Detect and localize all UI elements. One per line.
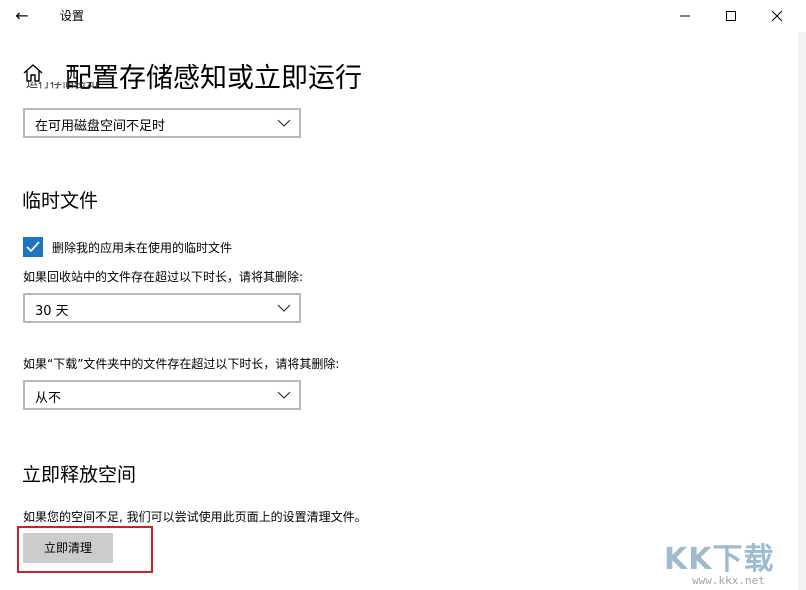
back-button[interactable]: ← <box>8 4 36 28</box>
watermark: KK下载 www.kkx.net <box>664 534 798 590</box>
close-button[interactable] <box>754 2 800 30</box>
highlight-annotation <box>17 526 153 573</box>
minimize-button[interactable] <box>662 2 708 30</box>
chevron-down-icon <box>277 119 291 127</box>
delete-temp-files-checkbox[interactable] <box>23 237 43 257</box>
recycle-bin-label: 如果回收站中的文件存在超过以下时长，请将其删除: <box>23 270 304 284</box>
dropdown-value: 在可用磁盘空间不足时 <box>35 119 166 134</box>
watermark-logo: KK下载 <box>664 542 775 577</box>
chevron-down-icon <box>277 304 291 312</box>
maximize-button[interactable] <box>708 2 754 30</box>
scrollbar[interactable] <box>798 32 806 590</box>
checkmark-icon <box>26 241 40 253</box>
free-space-description: 如果您的空间不足, 我们可以尝试使用此页面上的设置清理文件。 <box>23 510 367 524</box>
dropdown-value: 从不 <box>35 391 62 406</box>
downloads-dropdown[interactable]: 从不 <box>23 380 301 410</box>
home-icon[interactable] <box>22 62 44 84</box>
watermark-url: www.kkx.net <box>692 574 765 587</box>
close-icon <box>771 10 783 22</box>
temp-files-heading: 临时文件 <box>22 190 99 212</box>
title-bar: ← 设置 <box>0 0 806 32</box>
maximize-icon <box>726 11 736 21</box>
delete-temp-files-label: 删除我的应用未在使用的临时文件 <box>52 241 233 255</box>
window-title: 设置 <box>60 9 85 23</box>
chevron-down-icon <box>277 391 291 399</box>
run-storage-sense-label: 运行存储感知 <box>26 82 99 90</box>
downloads-label: 如果“下载”文件夹中的文件存在超过以下时长，请将其删除: <box>23 357 340 371</box>
minimize-icon <box>680 15 690 17</box>
free-space-heading: 立即释放空间 <box>22 464 137 486</box>
dropdown-value: 30 天 <box>35 304 69 319</box>
run-storage-sense-dropdown[interactable]: 在可用磁盘空间不足时 <box>23 108 301 138</box>
recycle-bin-dropdown[interactable]: 30 天 <box>23 293 301 323</box>
